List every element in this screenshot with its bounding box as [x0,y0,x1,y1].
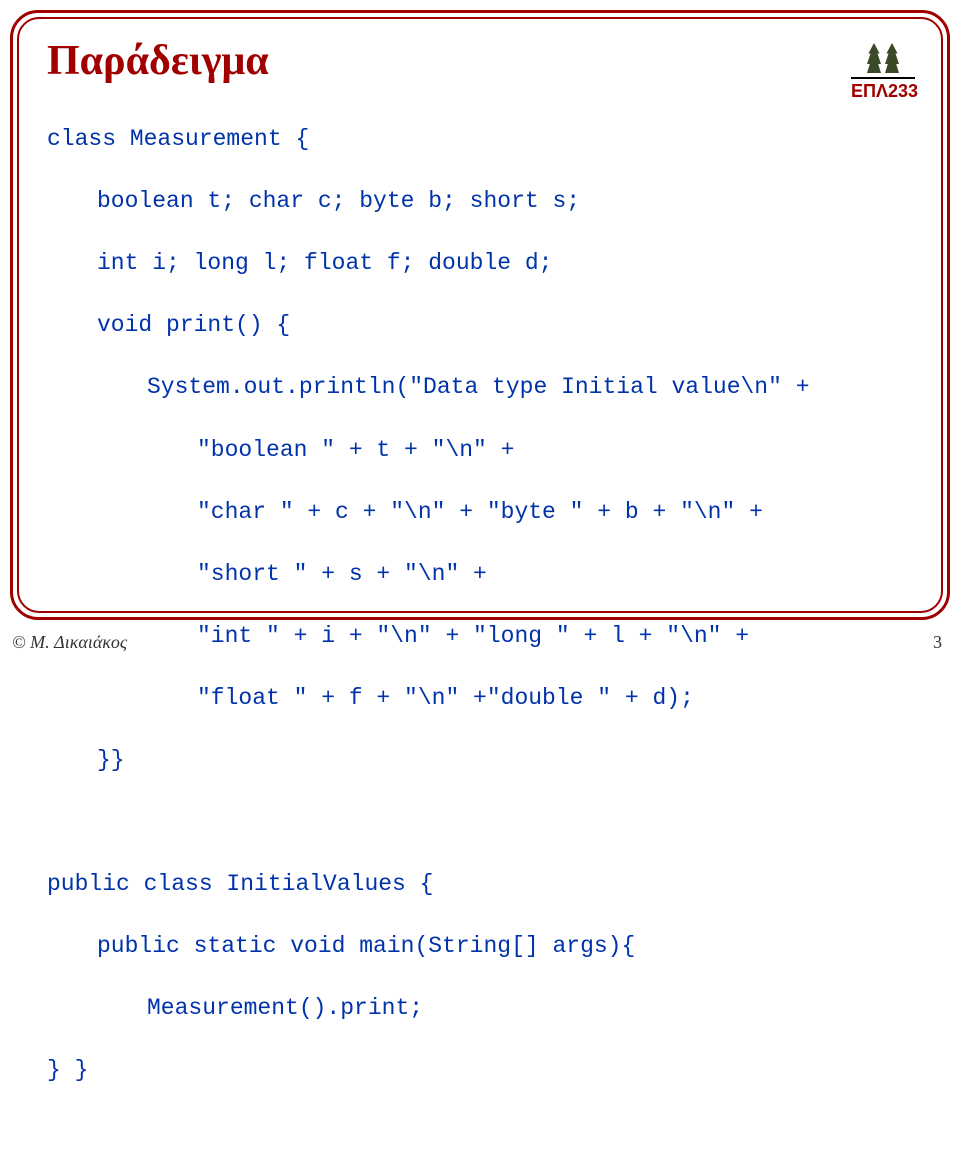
tree-icon [856,39,910,75]
footer-author: © M. Δικαιάκος [12,632,127,653]
code-line [47,807,913,838]
code-line: "short " + s + "\n" + [47,559,913,590]
code-line: System.out.println("Data type Initial va… [47,372,913,403]
code-line: "boolean " + t + "\n" + [47,435,913,466]
footer-page-number: 3 [933,632,942,653]
slide-title: Παράδειγμα [47,37,913,85]
code-line: Measurement().print; [47,993,913,1024]
university-logo: ΕΠΛ233 [851,39,915,102]
code-line: boolean t; char c; byte b; short s; [47,186,913,217]
slide-inner-border: ΕΠΛ233 Παράδειγμα class Measurement { bo… [17,17,943,613]
code-line: class Measurement { [47,124,913,155]
code-line: public static void main(String[] args){ [47,931,913,962]
code-line: } } [47,1055,913,1086]
code-line: void print() { [47,310,913,341]
code-line: }} [47,745,913,776]
course-code: ΕΠΛ233 [851,81,915,102]
code-line: "float " + f + "\n" +"double " + d); [47,683,913,714]
code-block: class Measurement { boolean t; char c; b… [47,93,913,1149]
code-line: int i; long l; float f; double d; [47,248,913,279]
slide-outer-border: ΕΠΛ233 Παράδειγμα class Measurement { bo… [10,10,950,620]
code-line: "char " + c + "\n" + "byte " + b + "\n" … [47,497,913,528]
slide-footer: © M. Δικαιάκος 3 [12,632,942,653]
code-line: public class InitialValues { [47,869,913,900]
